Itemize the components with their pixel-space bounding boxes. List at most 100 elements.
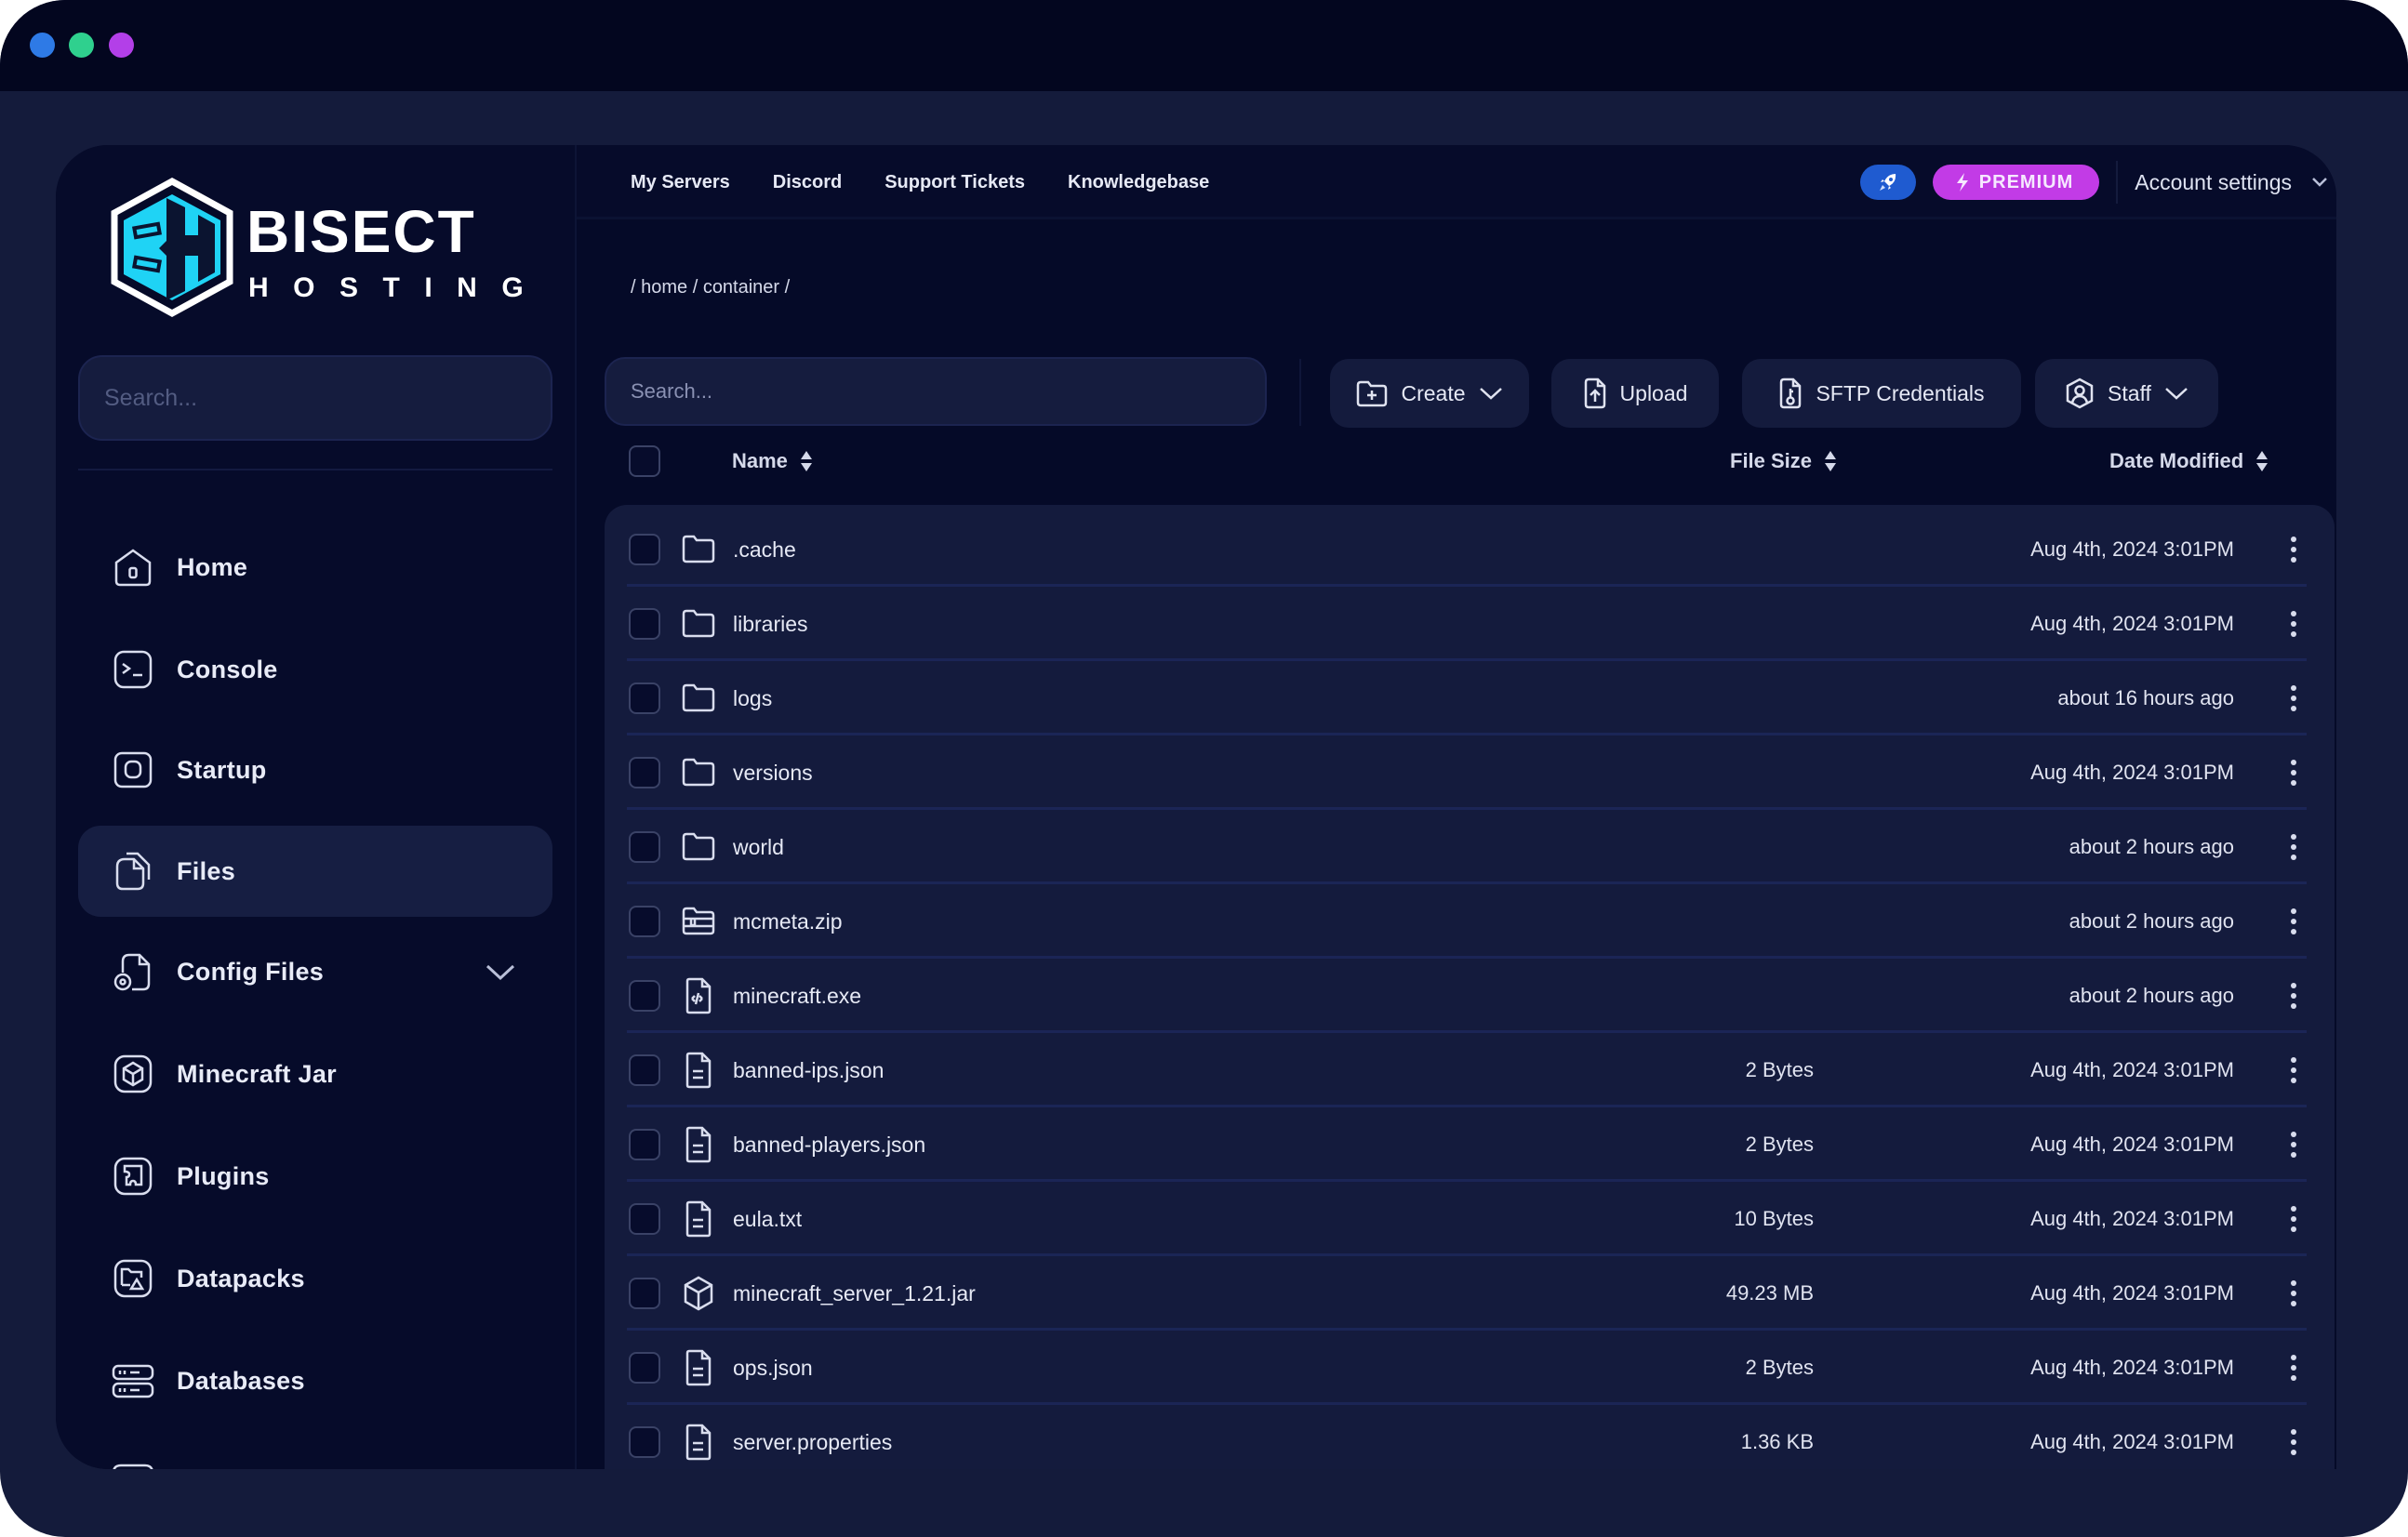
sidebar-item-databases[interactable]: Databases: [78, 1335, 552, 1426]
column-header-name[interactable]: Name: [732, 424, 814, 498]
row-checkbox[interactable]: [629, 906, 660, 937]
row-checkbox[interactable]: [629, 1352, 660, 1384]
sidebar-item-console[interactable]: Console: [78, 624, 552, 715]
window-dot-green[interactable]: [69, 33, 94, 58]
sftp-label: SFTP Credentials: [1816, 380, 1985, 405]
nav-link-my-servers[interactable]: My Servers: [631, 172, 730, 193]
row-actions-button[interactable]: [2275, 977, 2312, 1014]
sftp-credentials-button[interactable]: SFTP Credentials: [1742, 359, 2021, 428]
column-header-date-modified[interactable]: Date Modified: [2109, 424, 2269, 498]
file-name[interactable]: mcmeta.zip: [733, 884, 843, 959]
breadcrumb[interactable]: / home / container /: [631, 277, 790, 298]
binary-file-icon: [679, 976, 718, 1015]
row-actions-button[interactable]: [2275, 1275, 2312, 1312]
row-checkbox[interactable]: [629, 1278, 660, 1309]
sidebar-item-home[interactable]: Home: [78, 522, 552, 613]
row-actions-button[interactable]: [2275, 1424, 2312, 1461]
folder-icon: [679, 679, 718, 718]
row-actions-button[interactable]: [2275, 754, 2312, 791]
row-checkbox[interactable]: [629, 1426, 660, 1458]
file-row[interactable]: banned-players.json 2 Bytes Aug 4th, 2024 …: [605, 1107, 2335, 1182]
file-name[interactable]: banned-ips.json: [733, 1033, 884, 1107]
column-header-file-size[interactable]: File Size: [1730, 424, 1838, 498]
file-row[interactable]: ops.json 2 Bytes Aug 4th, 2024 3:01PM: [605, 1331, 2335, 1405]
column-name-label: Name: [732, 449, 788, 472]
file-name[interactable]: server.properties: [733, 1405, 892, 1469]
file-row[interactable]: banned-ips.json 2 Bytes Aug 4th, 2024 3:01…: [605, 1033, 2335, 1107]
file-search[interactable]: [605, 357, 1267, 426]
chevron-down-icon: [2165, 388, 2188, 400]
file-row[interactable]: logs about 16 hours ago: [605, 661, 2335, 735]
upload-button[interactable]: Upload: [1551, 359, 1719, 428]
bisect-hosting-logo[interactable]: BISECT HOSTING: [107, 178, 544, 317]
window-dot-purple[interactable]: [109, 33, 134, 58]
file-name[interactable]: minecraft.exe: [733, 959, 861, 1033]
kebab-menu-icon: [2291, 1429, 2296, 1455]
row-actions-button[interactable]: [2275, 1126, 2312, 1163]
sidebar-item-minecraft-jar[interactable]: Minecraft Jar: [78, 1028, 552, 1120]
row-actions-button[interactable]: [2275, 1052, 2312, 1089]
kebab-menu-icon: [2291, 834, 2296, 860]
cube-icon: [112, 1053, 154, 1095]
file-name[interactable]: libraries: [733, 587, 808, 661]
row-actions-button[interactable]: [2275, 531, 2312, 568]
file-modified: Aug 4th, 2024 3:01PM: [2030, 1207, 2234, 1230]
file-row[interactable]: world about 2 hours ago: [605, 810, 2335, 884]
rocket-button[interactable]: [1859, 165, 1916, 200]
sidebar-item-plugins[interactable]: Plugins: [78, 1131, 552, 1222]
file-row[interactable]: mcmeta.zip about 2 hours ago: [605, 884, 2335, 959]
file-row[interactable]: .cache Aug 4th, 2024 3:01PM: [605, 512, 2335, 587]
row-actions-button[interactable]: [2275, 828, 2312, 866]
file-name[interactable]: logs: [733, 661, 772, 735]
file-row[interactable]: versions Aug 4th, 2024 3:01PM: [605, 735, 2335, 810]
sidebar-search-input[interactable]: [104, 384, 526, 412]
file-row[interactable]: libraries Aug 4th, 2024 3:01PM: [605, 587, 2335, 661]
file-name[interactable]: banned-players.json: [733, 1107, 925, 1182]
file-name[interactable]: minecraft_server_1.21.jar: [733, 1256, 976, 1331]
premium-button[interactable]: PREMIUM: [1932, 165, 2100, 200]
window-dot-blue[interactable]: [30, 33, 55, 58]
sidebar-item-instances[interactable]: Instances: [78, 1436, 552, 1469]
row-checkbox[interactable]: [629, 682, 660, 714]
sidebar-item-config-files[interactable]: Config Files: [78, 926, 552, 1017]
row-actions-button[interactable]: [2275, 680, 2312, 717]
file-modified: Aug 4th, 2024 3:01PM: [2030, 612, 2234, 635]
row-actions-button[interactable]: [2275, 1200, 2312, 1238]
file-name[interactable]: .cache: [733, 512, 796, 587]
topnav-divider: [2116, 161, 2119, 204]
account-settings-dropdown[interactable]: Account settings: [2135, 170, 2329, 195]
row-actions-button[interactable]: [2275, 605, 2312, 643]
sidebar-item-startup[interactable]: Startup: [78, 724, 552, 815]
file-row[interactable]: minecraft_server_1.21.jar 49.23 MB Aug 4th…: [605, 1256, 2335, 1331]
sidebar-item-datapacks[interactable]: Datapacks: [78, 1233, 552, 1324]
file-row[interactable]: server.properties 1.36 KB Aug 4th, 2024 3:…: [605, 1405, 2335, 1469]
row-actions-button[interactable]: [2275, 903, 2312, 940]
row-actions-button[interactable]: [2275, 1349, 2312, 1386]
file-row[interactable]: minecraft.exe about 2 hours ago: [605, 959, 2335, 1033]
sidebar-item-files[interactable]: Files: [78, 826, 552, 917]
file-name[interactable]: versions: [733, 735, 813, 810]
nav-link-support-tickets[interactable]: Support Tickets: [885, 172, 1025, 193]
chevron-down-icon[interactable]: [484, 958, 517, 986]
row-checkbox[interactable]: [629, 534, 660, 565]
file-name[interactable]: eula.txt: [733, 1182, 802, 1256]
row-checkbox[interactable]: [629, 1203, 660, 1235]
row-checkbox[interactable]: [629, 831, 660, 863]
file-name[interactable]: ops.json: [733, 1331, 813, 1405]
file-row[interactable]: eula.txt 10 Bytes Aug 4th, 2024 3:01PM: [605, 1182, 2335, 1256]
row-checkbox[interactable]: [629, 980, 660, 1012]
nav-link-discord[interactable]: Discord: [773, 172, 842, 193]
row-checkbox[interactable]: [629, 1054, 660, 1086]
text-file-icon: [679, 1051, 718, 1090]
file-name[interactable]: world: [733, 810, 784, 884]
file-search-input[interactable]: [631, 379, 1241, 404]
sidebar-search[interactable]: [78, 355, 552, 441]
select-all-checkbox[interactable]: [629, 445, 660, 477]
row-checkbox[interactable]: [629, 1129, 660, 1160]
row-checkbox[interactable]: [629, 757, 660, 788]
select-all-cell: [629, 424, 660, 498]
row-checkbox[interactable]: [629, 608, 660, 640]
nav-link-knowledgebase[interactable]: Knowledgebase: [1068, 172, 1209, 193]
staff-button[interactable]: Staff: [2035, 359, 2218, 428]
create-button[interactable]: Create: [1330, 359, 1529, 428]
